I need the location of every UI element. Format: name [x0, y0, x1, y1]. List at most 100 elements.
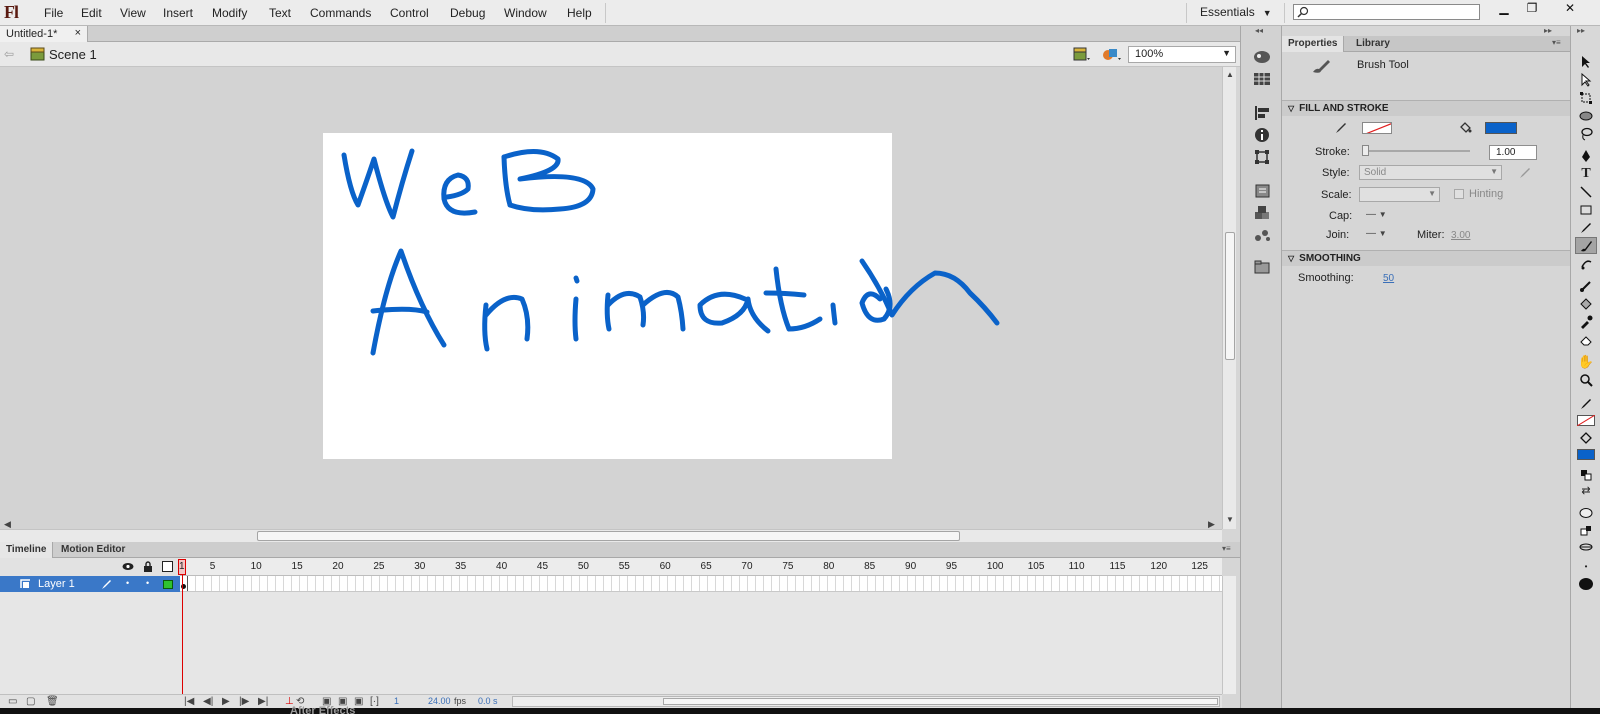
join-select[interactable]: — ▼	[1366, 228, 1387, 239]
new-layer-icon[interactable]: ▭	[8, 696, 17, 707]
tab-motion-editor[interactable]: Motion Editor	[55, 542, 131, 558]
project-icon[interactable]	[1252, 258, 1272, 276]
align-icon[interactable]	[1252, 104, 1272, 122]
style-select[interactable]: Solid ▼	[1359, 165, 1502, 180]
stage-horizontal-scrollbar[interactable]	[0, 529, 1222, 542]
behaviors-icon[interactable]	[1252, 226, 1272, 244]
miter-value[interactable]: 3.00	[1451, 230, 1470, 241]
zoom-select[interactable]: 100% ▼	[1128, 46, 1236, 63]
restore-button[interactable]: ❐	[1518, 1, 1546, 15]
smoothing-section[interactable]: ▽ SMOOTHING	[1282, 250, 1570, 266]
panel-menu-icon[interactable]: ▾≡	[1222, 544, 1231, 553]
brush-mode-select[interactable]	[1575, 538, 1597, 555]
expand-tools-icon[interactable]: ▸▸	[1577, 26, 1585, 35]
brush-drawing[interactable]	[0, 67, 1222, 529]
menu-window[interactable]: Window	[504, 6, 547, 20]
stroke-color-tool[interactable]	[1575, 395, 1597, 412]
outline-icon[interactable]	[162, 561, 173, 572]
timeline-scroll-thumb[interactable]	[663, 698, 1218, 705]
stroke-slider-knob[interactable]	[1362, 145, 1369, 156]
cap-select[interactable]: — ▼	[1366, 209, 1387, 220]
brush-shape-select[interactable]	[1575, 575, 1597, 592]
menu-help[interactable]: Help	[567, 6, 592, 20]
new-folder-icon[interactable]: ▢	[26, 696, 35, 707]
edit-stroke-style-icon[interactable]	[1518, 166, 1532, 180]
visibility-dot-icon[interactable]: •	[126, 578, 129, 588]
subselection-tool[interactable]	[1575, 71, 1597, 88]
go-last-frame-icon[interactable]: ▶|	[258, 696, 268, 707]
help-search-input[interactable]	[1293, 4, 1480, 20]
stage-vertical-scrollbar[interactable]: ▲ ▼	[1222, 67, 1236, 529]
layer-name[interactable]: Layer 1	[38, 578, 75, 590]
timeline-ruler[interactable]: 5 10 15 20 25 30 35 40 45 50 55 60 65 70 75 80 85 90 95 100…	[180, 558, 1222, 576]
menu-modify[interactable]: Modify	[212, 6, 247, 20]
fill-color-swatch[interactable]	[1575, 446, 1597, 463]
stage-pasteboard[interactable]: ◀ ▶	[0, 67, 1222, 529]
menu-debug[interactable]: Debug	[450, 6, 485, 20]
components-icon[interactable]	[1252, 204, 1272, 222]
tab-library[interactable]: Library	[1350, 36, 1396, 52]
go-first-frame-icon[interactable]: |◀	[184, 696, 194, 707]
hinting-checkbox[interactable]	[1454, 189, 1464, 199]
brush-size-select[interactable]: •	[1575, 558, 1597, 575]
current-frame-value[interactable]: 1	[394, 696, 399, 706]
stroke-color-swatch[interactable]	[1575, 412, 1597, 429]
tab-properties[interactable]: Properties	[1282, 36, 1345, 52]
workspace-switcher[interactable]: Essentials ▼	[1200, 5, 1272, 19]
back-arrow-icon[interactable]: ⇦	[4, 47, 14, 61]
code-snippets-icon[interactable]	[1252, 182, 1272, 200]
lasso-tool[interactable]	[1575, 125, 1597, 142]
timeline-vertical-scrollbar[interactable]	[1222, 576, 1236, 694]
hand-tool[interactable]: ✋	[1575, 353, 1597, 370]
edit-scene-icon[interactable]	[1072, 46, 1092, 62]
edit-symbol-icon[interactable]	[1102, 46, 1124, 62]
fill-and-stroke-section[interactable]: ▽ FILL AND STROKE	[1282, 100, 1570, 116]
menu-commands[interactable]: Commands	[310, 6, 371, 20]
layer-row[interactable]: Layer 1 • •	[0, 576, 180, 592]
step-back-icon[interactable]: ◀|	[203, 696, 213, 707]
collapse-arrows-icon[interactable]: ◂◂	[1255, 26, 1263, 35]
free-transform-tool[interactable]	[1575, 89, 1597, 106]
3d-rotation-tool[interactable]	[1575, 107, 1597, 124]
eyedropper-tool[interactable]	[1575, 313, 1597, 330]
motion-presets-icon[interactable]	[1252, 48, 1272, 66]
swap-colors-button[interactable]: ⇄	[1575, 482, 1597, 499]
fill-color-tool[interactable]	[1575, 429, 1597, 446]
text-tool[interactable]: T	[1575, 165, 1597, 182]
menu-insert[interactable]: Insert	[163, 6, 193, 20]
timeline-horizontal-scrollbar[interactable]	[512, 696, 1220, 707]
step-forward-icon[interactable]: |▶	[239, 696, 249, 707]
smoothing-value[interactable]: 50	[1383, 273, 1394, 284]
fps-value[interactable]: 24.00	[428, 696, 451, 706]
minimize-button[interactable]: ▁	[1490, 1, 1518, 15]
stroke-width-input[interactable]: 1.00	[1489, 145, 1537, 160]
pencil-tool[interactable]	[1575, 219, 1597, 236]
layer-frames[interactable]	[180, 576, 1222, 592]
line-tool[interactable]	[1575, 183, 1597, 200]
transform-icon[interactable]	[1252, 148, 1272, 166]
menu-text[interactable]: Text	[269, 6, 291, 20]
play-icon[interactable]: ▶	[222, 696, 230, 707]
stroke-color-swatch[interactable]	[1362, 122, 1392, 134]
lock-dot-icon[interactable]: •	[146, 578, 149, 588]
fill-color-swatch[interactable]	[1485, 122, 1517, 134]
bone-tool[interactable]	[1575, 277, 1597, 294]
deco-tool[interactable]	[1575, 255, 1597, 272]
stroke-slider-track[interactable]	[1362, 150, 1470, 152]
info-icon[interactable]	[1252, 126, 1272, 144]
selection-tool[interactable]	[1575, 53, 1597, 70]
menu-edit[interactable]: Edit	[81, 6, 102, 20]
brush-tool[interactable]	[1575, 237, 1597, 254]
panel-menu-icon[interactable]: ▾≡	[1552, 38, 1561, 47]
scroll-down-icon[interactable]: ▼	[1226, 515, 1234, 524]
menu-file[interactable]: File	[44, 6, 63, 20]
black-white-button[interactable]	[1575, 466, 1597, 483]
layer-color-swatch[interactable]	[163, 580, 173, 589]
expand-arrows-icon[interactable]: ▸▸	[1544, 26, 1552, 35]
eye-icon[interactable]	[122, 562, 134, 571]
modify-markers-icon[interactable]: [·]	[370, 696, 379, 707]
playhead[interactable]: 1	[178, 559, 186, 575]
horizontal-scroll-thumb[interactable]	[257, 531, 960, 541]
lock-icon[interactable]	[143, 561, 153, 572]
edit-multiple-frames-icon[interactable]: ▣	[354, 696, 363, 707]
